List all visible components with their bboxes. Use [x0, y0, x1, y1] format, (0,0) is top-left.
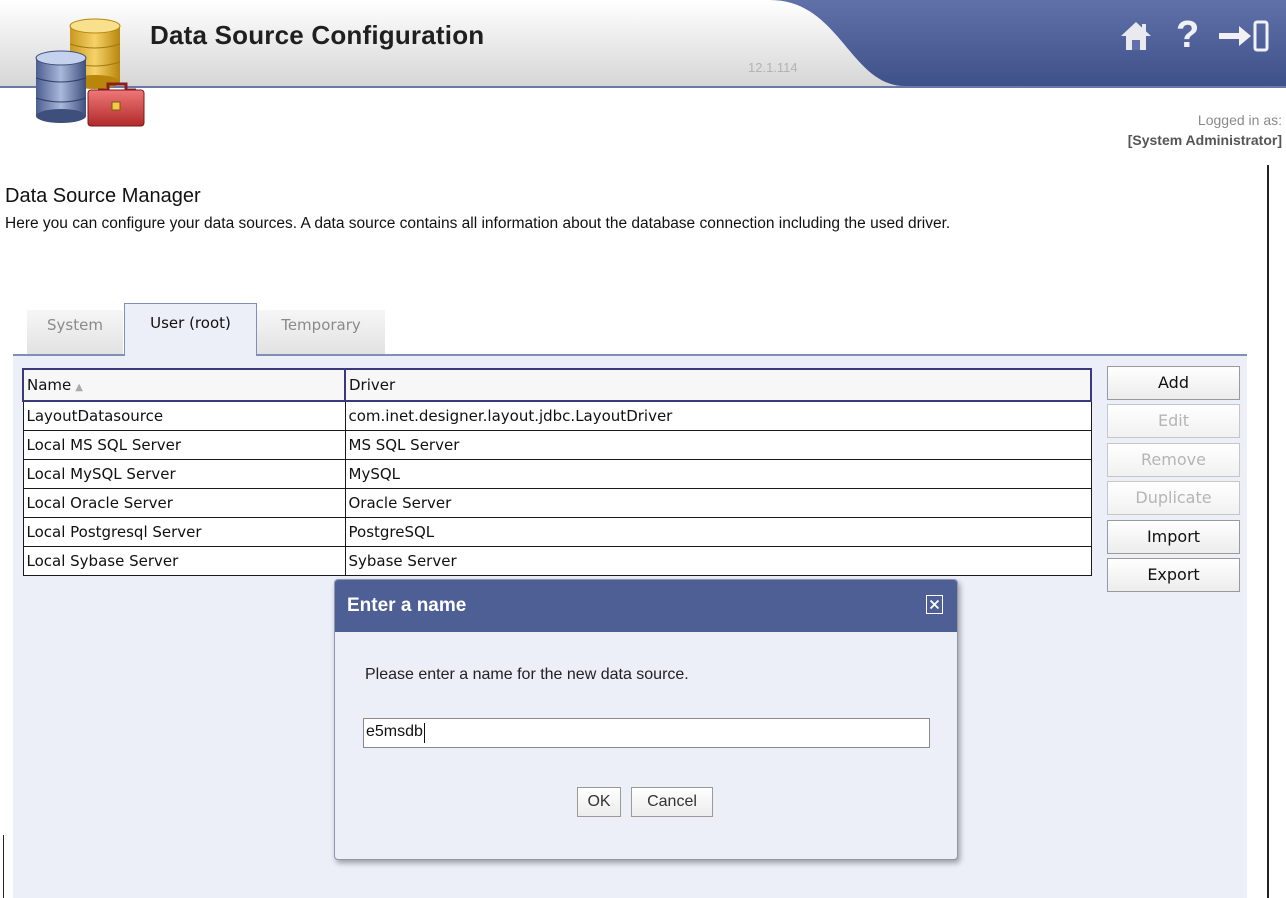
- cell-name: LayoutDatasource: [22, 400, 346, 431]
- import-button[interactable]: Import: [1107, 520, 1240, 554]
- page-description: Here you can configure your data sources…: [5, 215, 951, 232]
- datasource-name-input[interactable]: e5msdb: [363, 718, 930, 748]
- login-info: Logged in as: [System Administrator]: [1128, 110, 1282, 150]
- column-header-name[interactable]: Name ▲: [22, 368, 346, 402]
- table-row[interactable]: Local MySQL Server MySQL: [22, 459, 1092, 489]
- cancel-button[interactable]: Cancel: [631, 787, 713, 817]
- sort-ascending-icon: ▲: [75, 382, 83, 393]
- page-border-right: [1267, 165, 1269, 898]
- dialog-header: Enter a name: [335, 580, 957, 632]
- text-caret: [423, 723, 425, 743]
- export-button[interactable]: Export: [1107, 558, 1240, 592]
- cell-driver: Oracle Server: [344, 488, 1092, 518]
- tab-temporary[interactable]: Temporary: [257, 310, 385, 354]
- cell-name: Local Oracle Server: [22, 488, 346, 518]
- app-title: Data Source Configuration: [150, 20, 485, 50]
- app-header: Data Source Configuration 12.1.114 ?: [0, 0, 1286, 127]
- page-border-left: [3, 835, 4, 898]
- database-logo-icon: [35, 18, 145, 127]
- logout-icon[interactable]: [1215, 18, 1271, 54]
- duplicate-button[interactable]: Duplicate: [1107, 481, 1240, 515]
- table-row[interactable]: Local Postgresql Server PostgreSQL: [22, 517, 1092, 547]
- logged-in-label: Logged in as:: [1197, 112, 1282, 128]
- enter-name-dialog: Enter a name Please enter a name for the…: [334, 579, 958, 860]
- cell-name: Local Postgresql Server: [22, 517, 346, 547]
- cell-name: Local Sybase Server: [22, 546, 346, 576]
- cell-name: Local MySQL Server: [22, 459, 346, 489]
- cell-driver: MS SQL Server: [344, 430, 1092, 460]
- close-icon[interactable]: [926, 595, 943, 614]
- column-header-driver[interactable]: Driver: [344, 368, 1092, 402]
- home-icon[interactable]: [1118, 18, 1154, 54]
- tab-system[interactable]: System: [27, 310, 123, 354]
- datasource-name-value: e5msdb: [366, 723, 423, 740]
- column-header-name-label: Name: [27, 376, 72, 394]
- ok-button[interactable]: OK: [577, 787, 621, 817]
- table-row[interactable]: Local Oracle Server Oracle Server: [22, 488, 1092, 518]
- cell-driver: MySQL: [344, 459, 1092, 489]
- add-button[interactable]: Add: [1107, 366, 1240, 400]
- edit-button[interactable]: Edit: [1107, 404, 1240, 438]
- dialog-title: Enter a name: [347, 595, 467, 616]
- logged-in-user: [System Administrator]: [1127, 132, 1282, 148]
- datasource-table: Name ▲ Driver LayoutDatasource com.inet.de…: [22, 368, 1092, 576]
- cell-driver: com.inet.designer.layout.jdbc.LayoutDriv…: [344, 400, 1092, 431]
- cell-name: Local MS SQL Server: [22, 430, 346, 460]
- table-row[interactable]: Local MS SQL Server MS SQL Server: [22, 430, 1092, 460]
- version-label: 12.1.114: [748, 60, 798, 75]
- help-icon[interactable]: ?: [1176, 14, 1199, 57]
- cell-driver: Sybase Server: [344, 546, 1092, 576]
- tab-user-root[interactable]: User (root): [124, 303, 257, 356]
- table-header-row: Name ▲ Driver: [22, 368, 1092, 402]
- page-title: Data Source Manager: [5, 185, 201, 207]
- cell-driver: PostgreSQL: [344, 517, 1092, 547]
- dialog-message: Please enter a name for the new data sou…: [365, 666, 689, 683]
- table-row[interactable]: LayoutDatasource com.inet.designer.layout…: [22, 400, 1092, 431]
- table-row[interactable]: Local Sybase Server Sybase Server: [22, 546, 1092, 576]
- remove-button[interactable]: Remove: [1107, 443, 1240, 477]
